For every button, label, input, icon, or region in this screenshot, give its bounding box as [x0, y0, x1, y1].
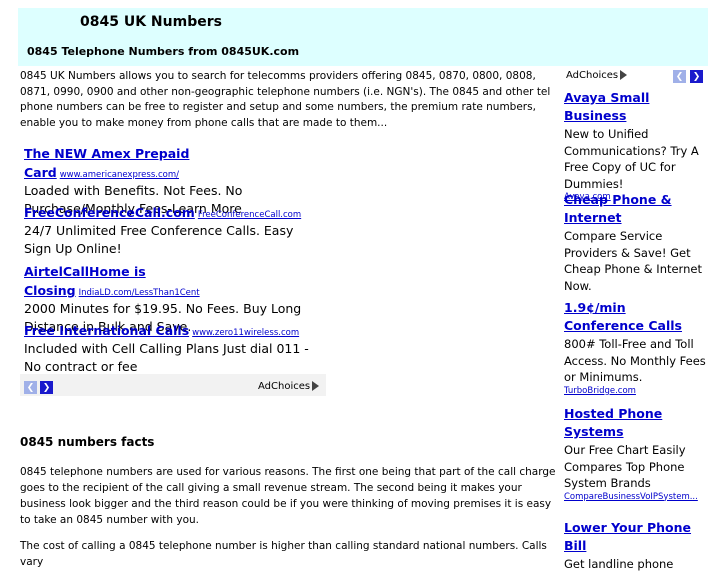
ad-title-link[interactable]: Cheap Phone & Internet: [564, 191, 706, 227]
adchoices-link[interactable]: AdChoices: [566, 70, 628, 81]
ad-url-link[interactable]: www.americanexpress.com/: [60, 170, 179, 180]
ad-title-link[interactable]: Lower Your Phone Bill: [564, 519, 706, 555]
ad-item: Hosted Phone Systems Our Free Chart Easi…: [564, 405, 706, 502]
ad-description: Included with Cell Calling Plans Just di…: [24, 341, 309, 374]
facts-heading: 0845 numbers facts: [20, 435, 155, 449]
ad-block-right: AdChoices ❮ ❯ Avaya Small Business New t…: [560, 66, 707, 571]
ad-block-left: The NEW Amex Prepaid Card www.americanexp…: [20, 141, 326, 396]
adchoices-icon: [312, 381, 320, 391]
chevron-left-icon[interactable]: ❮: [673, 70, 686, 83]
ad-item: Cheap Phone & Internet Compare Service P…: [564, 191, 706, 294]
intro-text: 0845 UK Numbers allows you to search for…: [20, 70, 551, 129]
chevron-left-icon[interactable]: ❮: [24, 381, 37, 394]
ad-description: 24/7 Unlimited Free Conference Calls. Ea…: [24, 223, 294, 256]
ad-list: The NEW Amex Prepaid Card www.americanexp…: [20, 141, 326, 374]
ad-title-link[interactable]: Avaya Small Business: [564, 89, 706, 125]
site-title[interactable]: 0845 UK Numbers: [80, 14, 222, 30]
ad-description: Our Free Chart Easily Compares Top Phone…: [564, 443, 686, 490]
ad-item: FreeConferenceCall.com FreeConferenceCall…: [24, 202, 324, 258]
ad-item: 1.9¢/min Conference Calls 800# Toll-Free…: [564, 299, 706, 396]
adchoices-icon: [620, 70, 628, 80]
ad-url-link[interactable]: TurboBridge.com: [564, 386, 706, 396]
ad-item: Lower Your Phone Bill Get landline phone: [564, 519, 706, 573]
ad-url-link[interactable]: FreeConferenceCall.com: [198, 210, 301, 220]
ad-url-link[interactable]: www.zero11wireless.com: [192, 328, 299, 338]
ad-url-link[interactable]: CompareBusinessVoIPSystem...: [564, 492, 706, 502]
ad-description: New to Unified Communications? Try A Fre…: [564, 127, 699, 191]
ad-item: Avaya Small Business New to Unified Comm…: [564, 89, 706, 202]
ad-description: Compare Service Providers & Save! Get Ch…: [564, 229, 702, 293]
chevron-right-icon[interactable]: ❯: [40, 381, 53, 394]
ad-item: Free International Calls www.zero11wirele…: [24, 320, 324, 376]
chevron-right-icon[interactable]: ❯: [690, 70, 703, 83]
ad-title-link[interactable]: Free International Calls: [24, 323, 189, 338]
adchoices-label: AdChoices: [566, 70, 619, 81]
site-subtitle: 0845 Telephone Numbers from 0845UK.com: [27, 45, 300, 58]
ad-title-link[interactable]: 1.9¢/min Conference Calls: [564, 299, 706, 335]
ad-url-link[interactable]: IndiaLD.com/LessThan1Cent: [79, 288, 200, 298]
facts-paragraph: 0845 telephone numbers are used for vari…: [20, 466, 556, 526]
site-header: 0845 UK Numbers 0845 Telephone Numbers f…: [18, 8, 708, 66]
adchoices-link[interactable]: AdChoices: [258, 381, 320, 392]
adchoices-label: AdChoices: [258, 381, 311, 392]
ad-title-link[interactable]: Hosted Phone Systems: [564, 405, 706, 441]
ad-description: Get landline phone: [564, 557, 674, 571]
facts-paragraph-2: The cost of calling a 0845 telephone num…: [20, 540, 547, 568]
ad-title-link[interactable]: FreeConferenceCall.com: [24, 205, 195, 220]
ad-description: 800# Toll-Free and Toll Access. No Month…: [564, 337, 706, 384]
